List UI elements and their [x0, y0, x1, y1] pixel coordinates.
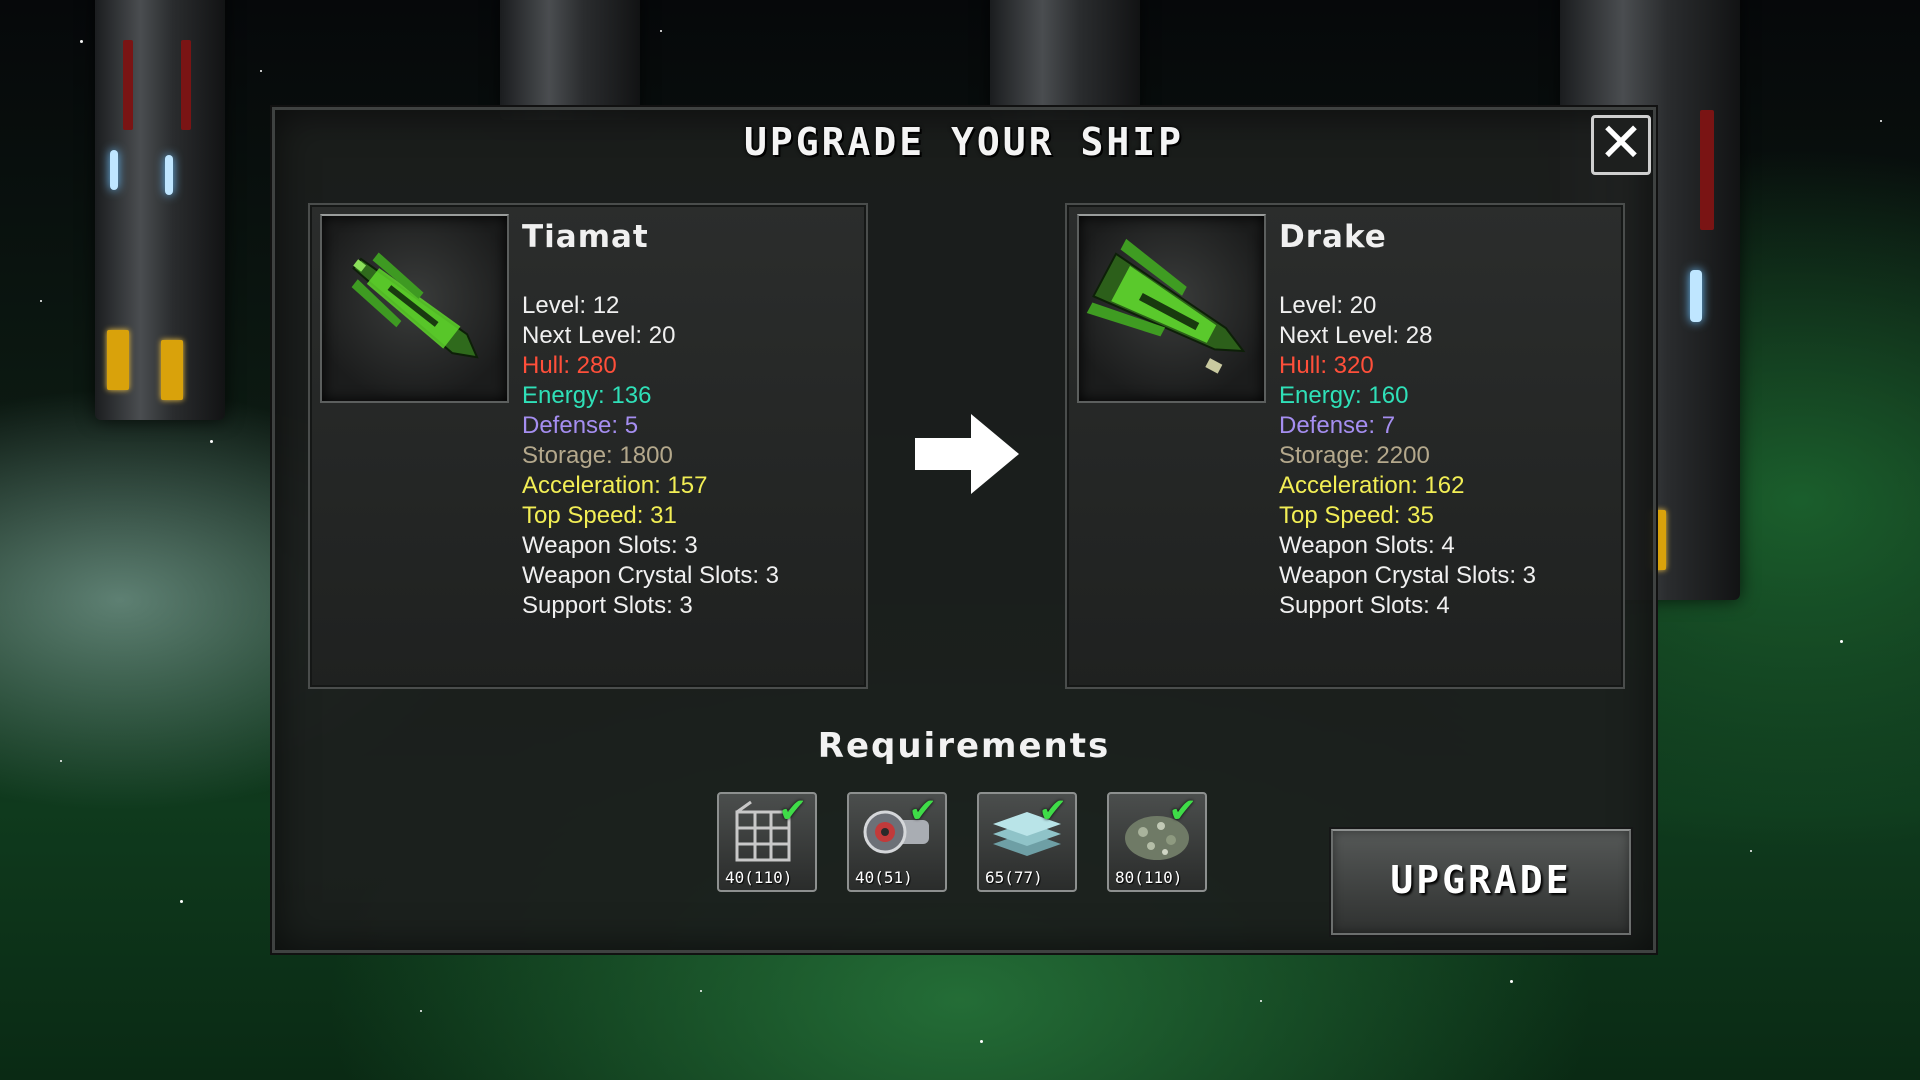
requirement-item-ore-pile[interactable]: ✔ 80(110) — [1107, 792, 1207, 892]
stat-storage: Storage: 2200 — [1279, 442, 1430, 469]
current-ship-thumbnail — [320, 214, 509, 403]
check-icon: ✔ — [1038, 791, 1068, 831]
upgrade-dialog: UPGRADE YOUR SHIP ✕ Tiamat Level: 12 Nex… — [272, 107, 1656, 953]
requirement-item-engine-part[interactable]: ✔ 40(51) — [847, 792, 947, 892]
close-button[interactable]: ✕ — [1591, 115, 1651, 175]
requirement-count: 40(110) — [725, 868, 793, 887]
star — [40, 300, 42, 302]
stat-acceleration: Acceleration: 162 — [1279, 472, 1465, 499]
stat-defense: Defense: 7 — [1279, 412, 1396, 439]
stat-support-slots: Support Slots: 4 — [1279, 592, 1450, 619]
stat-support-slots: Support Slots: 3 — [522, 592, 693, 619]
stat-top-speed: Top Speed: 31 — [522, 502, 677, 529]
star — [980, 1040, 983, 1043]
dialog-title: UPGRADE YOUR SHIP — [744, 120, 1184, 164]
next-ship-panel: Drake Level: 20 Next Level: 28 Hull: 320… — [1065, 203, 1625, 689]
stat-energy: Energy: 160 — [1279, 382, 1409, 409]
drake-ship-icon — [1086, 238, 1246, 374]
star — [1510, 980, 1513, 983]
space-background: UPGRADE YOUR SHIP ✕ Tiamat Level: 12 Nex… — [0, 0, 1920, 1080]
current-ship-name: Tiamat — [522, 219, 649, 255]
star — [80, 40, 83, 43]
right-arrow-icon — [915, 414, 1019, 494]
star — [180, 900, 183, 903]
stat-energy: Energy: 136 — [522, 382, 652, 409]
star — [1840, 640, 1843, 643]
requirement-item-crystal-plates[interactable]: ✔ 65(77) — [977, 792, 1077, 892]
upgrade-button[interactable]: UPGRADE — [1331, 829, 1631, 935]
stat-storage: Storage: 1800 — [522, 442, 673, 469]
requirement-item-metal-frame[interactable]: ✔ 40(110) — [717, 792, 817, 892]
background-ship-hull — [95, 0, 225, 420]
stat-hull: Hull: 280 — [522, 352, 617, 379]
requirement-count: 40(51) — [855, 868, 913, 887]
stat-weapon-crystal-slots: Weapon Crystal Slots: 3 — [522, 562, 780, 589]
stat-weapon-crystal-slots: Weapon Crystal Slots: 3 — [1279, 562, 1537, 589]
stat-next-level: Next Level: 20 — [522, 322, 676, 349]
star — [260, 70, 262, 72]
star — [1260, 1000, 1262, 1002]
star — [660, 30, 662, 32]
star — [1880, 120, 1882, 122]
stat-next-level: Next Level: 28 — [1279, 322, 1433, 349]
requirement-count: 65(77) — [985, 868, 1043, 887]
requirement-count: 80(110) — [1115, 868, 1183, 887]
stat-defense: Defense: 5 — [522, 412, 639, 439]
stat-top-speed: Top Speed: 35 — [1279, 502, 1434, 529]
star — [700, 990, 702, 992]
current-ship-stats: Level: 12 Next Level: 20 Hull: 280 Energ… — [522, 291, 779, 621]
background-ship-hull — [500, 0, 640, 120]
star — [210, 440, 213, 443]
star — [420, 1010, 422, 1012]
check-icon: ✔ — [1168, 791, 1198, 831]
current-ship-panel: Tiamat Level: 12 Next Level: 20 Hull: 28… — [308, 203, 868, 689]
stat-level: Level: 20 — [1279, 292, 1377, 319]
stat-weapon-slots: Weapon Slots: 4 — [1279, 532, 1455, 559]
next-ship-stats: Level: 20 Next Level: 28 Hull: 320 Energ… — [1279, 291, 1536, 621]
next-ship-thumbnail — [1077, 214, 1266, 403]
stat-level: Level: 12 — [522, 292, 620, 319]
background-ship-hull — [990, 0, 1140, 120]
requirements-title: Requirements — [817, 726, 1111, 766]
check-icon: ✔ — [778, 791, 808, 831]
next-ship-name: Drake — [1279, 219, 1387, 255]
tiamat-ship-icon — [351, 252, 479, 359]
check-icon: ✔ — [908, 791, 938, 831]
stat-weapon-slots: Weapon Slots: 3 — [522, 532, 698, 559]
star — [60, 760, 62, 762]
stat-hull: Hull: 320 — [1279, 352, 1374, 379]
stat-acceleration: Acceleration: 157 — [522, 472, 708, 499]
star — [1750, 850, 1752, 852]
